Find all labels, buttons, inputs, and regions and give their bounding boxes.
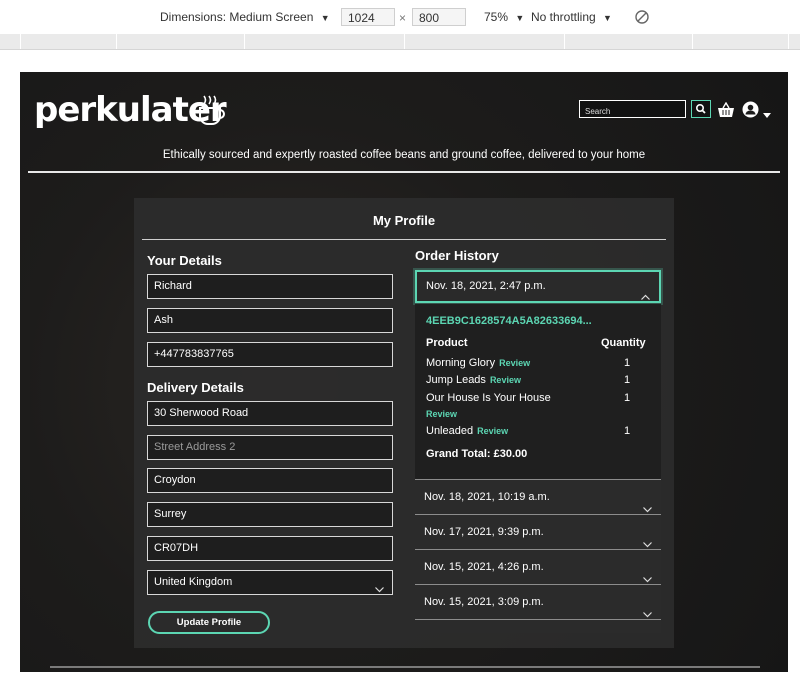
order-date: Nov. 15, 2021, 3:09 p.m. bbox=[424, 596, 544, 608]
your-details-heading: Your Details bbox=[147, 253, 222, 268]
search-icon bbox=[696, 103, 706, 114]
street-address-2-field[interactable]: Street Address 2 bbox=[147, 435, 393, 460]
rotate-icon[interactable] bbox=[634, 9, 650, 28]
profile-panel: My Profile Your Details Richard Ash +447… bbox=[134, 198, 674, 648]
times-sign: × bbox=[399, 11, 407, 25]
street-address-1-field[interactable]: 30 Sherwood Road bbox=[147, 401, 393, 426]
quantity-column-header: Quantity bbox=[601, 337, 646, 349]
postcode-field[interactable]: CR07DH bbox=[147, 536, 393, 561]
review-link[interactable]: Review bbox=[490, 375, 521, 385]
title-divider bbox=[142, 239, 666, 240]
caret-down-icon: ▼ bbox=[515, 13, 525, 23]
order-toggle[interactable]: Nov. 15, 2021, 4:26 p.m. bbox=[415, 549, 661, 583]
order-line-qty: 1 bbox=[624, 425, 631, 437]
town-field[interactable]: Croydon bbox=[147, 468, 393, 493]
caret-down-icon: ▼ bbox=[320, 13, 330, 23]
page-viewport: perkulater Ethically sourced and expertl… bbox=[20, 72, 788, 672]
country-value: United Kingdom bbox=[154, 576, 233, 588]
order-line-qty: 1 bbox=[624, 374, 631, 386]
order-date: Nov. 17, 2021, 9:39 p.m. bbox=[424, 526, 544, 538]
footer-divider bbox=[50, 666, 760, 668]
zoom-dropdown[interactable]: 75% ▼ bbox=[484, 10, 524, 24]
order-date: Nov. 15, 2021, 4:26 p.m. bbox=[424, 561, 544, 573]
first-name-field[interactable]: Richard bbox=[147, 274, 393, 299]
search-input[interactable] bbox=[580, 103, 685, 120]
update-profile-button[interactable]: Update Profile bbox=[148, 611, 270, 634]
dimensions-label: Dimensions: Medium Screen bbox=[160, 10, 314, 24]
product-name: Unleaded bbox=[426, 425, 474, 437]
order-line-name: Jump Leads Review bbox=[426, 374, 521, 386]
order-number-link[interactable]: 4EEB9C1628574A5A82633694... bbox=[426, 315, 592, 327]
search-button[interactable] bbox=[691, 100, 711, 118]
throttling-dropdown[interactable]: No throttling ▼ bbox=[531, 10, 612, 24]
height-input[interactable]: 800 bbox=[412, 8, 466, 26]
width-input[interactable]: 1024 bbox=[341, 8, 395, 26]
order-details: 4EEB9C1628574A5A82633694... Product Quan… bbox=[415, 304, 661, 479]
order-line-name: Our House Is Your House bbox=[426, 392, 551, 404]
dimensions-dropdown[interactable]: Dimensions: Medium Screen ▼ bbox=[160, 10, 330, 24]
account-caret-icon[interactable] bbox=[763, 106, 771, 124]
coffee-cup-icon bbox=[198, 94, 228, 131]
review-link[interactable]: Review bbox=[426, 409, 457, 419]
county-field[interactable]: Surrey bbox=[147, 502, 393, 527]
header-divider bbox=[28, 171, 780, 173]
devtools-toolbar: Dimensions: Medium Screen ▼ 1024 × 800 7… bbox=[0, 0, 800, 35]
media-query-ruler[interactable] bbox=[0, 34, 800, 50]
product-column-header: Product bbox=[426, 337, 468, 349]
country-select[interactable]: United Kingdom bbox=[147, 570, 393, 595]
caret-down-icon: ▼ bbox=[603, 13, 612, 23]
order-line-qty: 1 bbox=[624, 392, 631, 404]
site-logo[interactable]: perkulater bbox=[34, 90, 227, 130]
review-link[interactable]: Review bbox=[477, 426, 508, 436]
account-icon[interactable] bbox=[742, 101, 759, 123]
delivery-details-heading: Delivery Details bbox=[147, 380, 244, 395]
order-toggle-open[interactable]: Nov. 18, 2021, 2:47 p.m. bbox=[415, 270, 661, 303]
order-line-name: Morning Glory Review bbox=[426, 357, 530, 369]
order-date: Nov. 18, 2021, 10:19 a.m. bbox=[424, 491, 550, 503]
order-line-qty: 1 bbox=[624, 357, 631, 369]
product-name: Morning Glory bbox=[426, 357, 496, 369]
product-name: Our House Is Your House bbox=[426, 392, 551, 404]
order-toggle[interactable]: Nov. 18, 2021, 10:19 a.m. bbox=[415, 479, 661, 513]
accordion-end bbox=[415, 619, 661, 633]
review-link[interactable]: Review bbox=[499, 358, 530, 368]
chevron-down-icon bbox=[375, 579, 384, 602]
order-date: Nov. 18, 2021, 2:47 p.m. bbox=[426, 280, 546, 292]
search-box bbox=[579, 100, 686, 120]
order-line-name: Unleaded Review bbox=[426, 425, 508, 437]
grand-total: Grand Total: £30.00 bbox=[426, 448, 528, 460]
order-toggle[interactable]: Nov. 15, 2021, 3:09 p.m. bbox=[415, 584, 661, 618]
product-name: Jump Leads bbox=[426, 374, 486, 386]
throttling-label: No throttling bbox=[531, 10, 596, 24]
phone-field[interactable]: +447783837765 bbox=[147, 342, 393, 367]
order-line-review: Review bbox=[422, 408, 457, 420]
zoom-label: 75% bbox=[484, 10, 509, 24]
order-history-heading: Order History bbox=[415, 248, 499, 263]
site-tagline: Ethically sourced and expertly roasted c… bbox=[162, 149, 646, 161]
last-name-field[interactable]: Ash bbox=[147, 308, 393, 333]
order-toggle[interactable]: Nov. 17, 2021, 9:39 p.m. bbox=[415, 514, 661, 548]
page-title: My Profile bbox=[372, 213, 436, 228]
basket-icon[interactable] bbox=[717, 101, 735, 123]
